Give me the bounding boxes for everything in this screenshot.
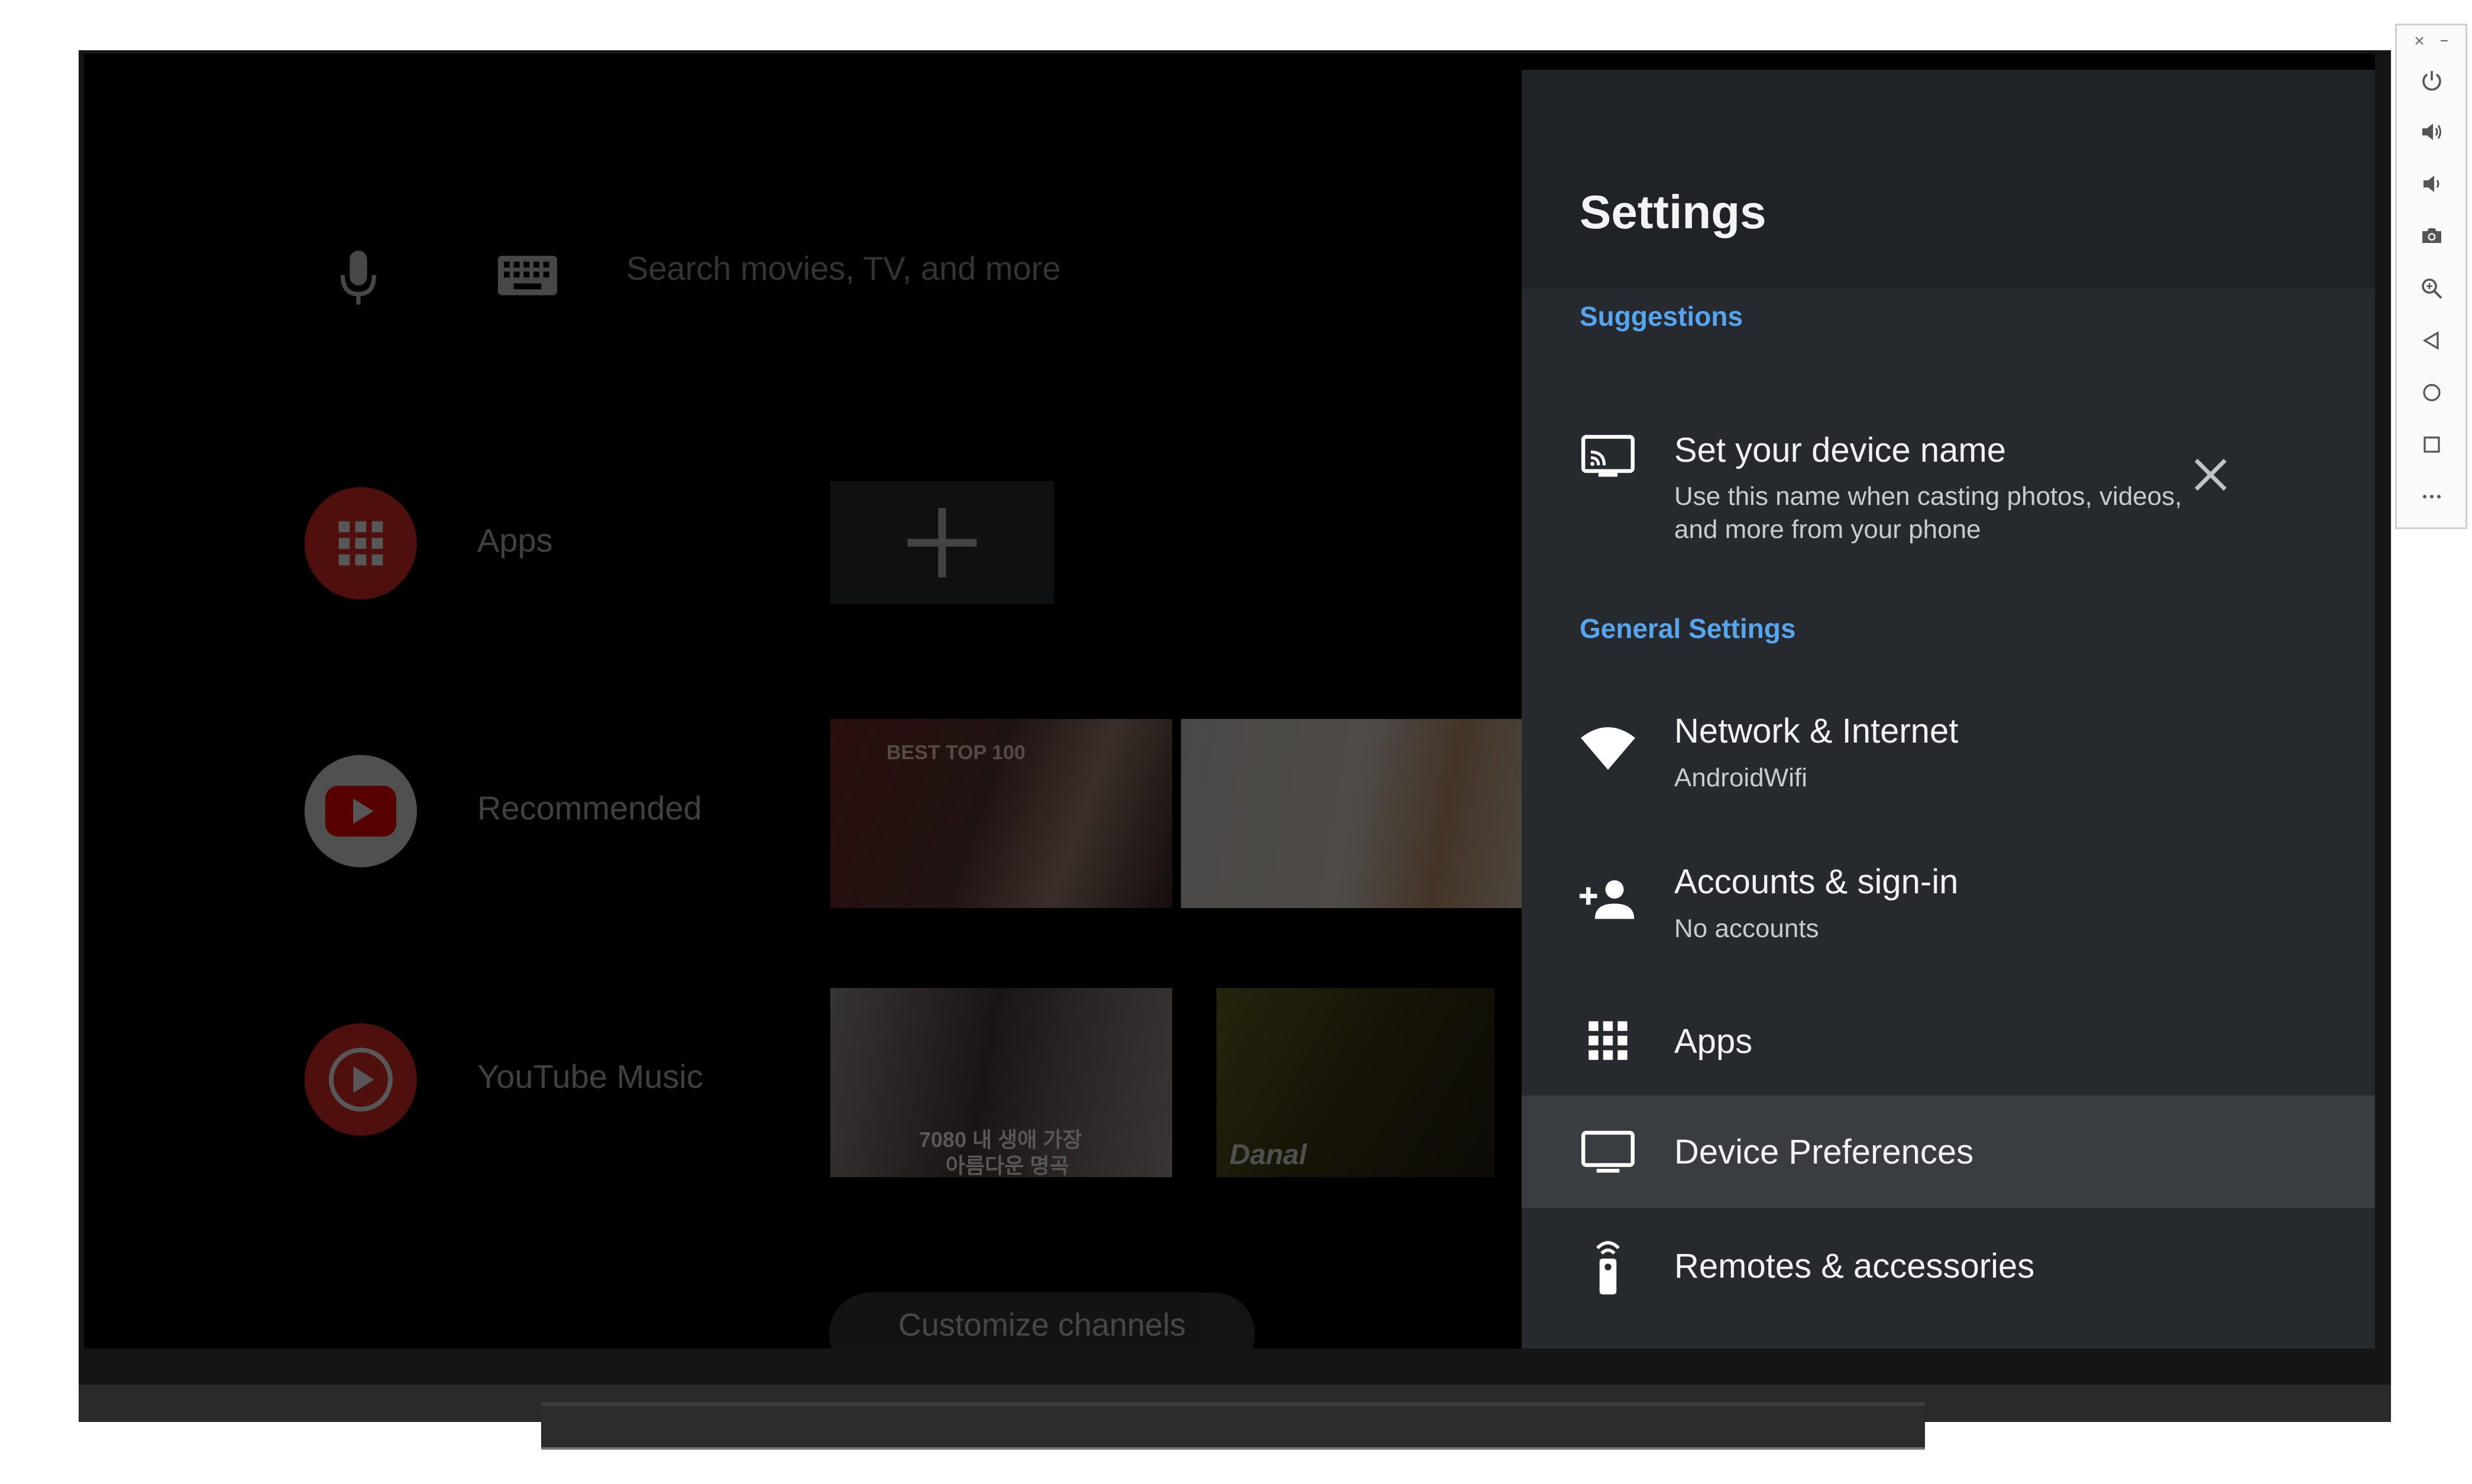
item-title: Network & Internet bbox=[1674, 712, 1959, 750]
item-title: Apps bbox=[1674, 1022, 1753, 1061]
recommended-thumb-1[interactable]: BEST TOP 100 bbox=[830, 719, 1172, 908]
music-thumb-1[interactable]: 7080 내 생애 가장 아름다운 명곡 bbox=[830, 988, 1172, 1177]
remote-icon bbox=[1580, 1239, 1636, 1295]
item-title: Accounts & sign-in bbox=[1674, 863, 1959, 901]
more-button[interactable] bbox=[2417, 482, 2447, 511]
camera-icon bbox=[2422, 228, 2441, 243]
customize-channels-button[interactable]: Customize channels bbox=[829, 1292, 1255, 1349]
item-subtitle-line1: Use this name when casting photos, video… bbox=[1674, 482, 2182, 511]
zoom-button[interactable] bbox=[2417, 274, 2447, 303]
add-app-tile[interactable] bbox=[830, 481, 1054, 604]
volume-down-icon bbox=[2424, 176, 2439, 192]
plus-icon bbox=[907, 508, 977, 578]
recommended-row-icon[interactable] bbox=[305, 755, 417, 867]
cast-icon bbox=[1580, 427, 1636, 484]
emulator-toolbar bbox=[2395, 24, 2467, 529]
volume-down-button[interactable] bbox=[2417, 169, 2447, 199]
item-title: Remotes & accessories bbox=[1674, 1247, 2035, 1285]
toolbar-window-controls bbox=[2397, 25, 2465, 55]
tv-icon bbox=[1580, 1123, 1636, 1180]
settings-item-accounts[interactable]: Accounts & sign-in No accounts bbox=[1522, 838, 2375, 980]
youtube-music-icon bbox=[329, 1048, 393, 1112]
overview-icon bbox=[2424, 436, 2440, 453]
home-screen-dimmed: Search movies, TV, and more Apps Recomme… bbox=[84, 54, 1523, 1349]
search-placeholder[interactable]: Search movies, TV, and more bbox=[626, 249, 1061, 287]
power-button[interactable] bbox=[2417, 66, 2447, 95]
close-icon[interactable] bbox=[2190, 454, 2231, 495]
screenshot-button[interactable] bbox=[2417, 221, 2447, 251]
close-icon[interactable] bbox=[2413, 35, 2425, 47]
person-add-icon bbox=[1580, 871, 1636, 928]
minimize-icon[interactable] bbox=[2438, 35, 2450, 47]
power-icon bbox=[2422, 71, 2441, 91]
thumb-caption: 아름다운 명곡 bbox=[946, 1153, 1069, 1177]
home-button[interactable] bbox=[2417, 378, 2447, 407]
settings-title: Settings bbox=[1580, 186, 1766, 238]
settings-item-device-name[interactable]: Set your device name Use this name when … bbox=[1522, 336, 2375, 584]
microphone-icon[interactable] bbox=[337, 249, 380, 308]
music-thumb-2[interactable]: Danal bbox=[1216, 988, 1494, 1177]
apps-grid-icon bbox=[1580, 1012, 1636, 1069]
item-subtitle: No accounts bbox=[1674, 914, 1819, 943]
keyboard-icon[interactable] bbox=[498, 255, 557, 296]
recommended-thumb-2[interactable] bbox=[1181, 719, 1523, 908]
youtube-music-row-label: YouTube Music bbox=[477, 1058, 703, 1095]
item-title: Set your device name bbox=[1674, 431, 2006, 469]
settings-item-remotes[interactable]: Remotes & accessories bbox=[1522, 1214, 2375, 1323]
apps-row-icon[interactable] bbox=[305, 487, 417, 600]
overview-button[interactable] bbox=[2417, 430, 2447, 459]
volume-up-icon bbox=[2422, 124, 2441, 140]
settings-item-network[interactable]: Network & Internet AndroidWifi bbox=[1522, 685, 2375, 827]
thumb-caption: BEST TOP 100 bbox=[886, 741, 1025, 764]
settings-item-device-preferences[interactable]: Device Preferences bbox=[1522, 1096, 2375, 1208]
settings-header: Settings bbox=[1522, 70, 2375, 289]
zoom-icon bbox=[2422, 278, 2442, 299]
volume-up-button[interactable] bbox=[2417, 117, 2447, 147]
youtube-icon bbox=[325, 786, 396, 837]
item-subtitle: AndroidWifi bbox=[1674, 763, 1807, 792]
settings-panel: Settings Suggestions Set your device nam… bbox=[1522, 70, 2375, 1349]
home-icon bbox=[2423, 384, 2441, 401]
back-button[interactable] bbox=[2417, 326, 2447, 355]
general-settings-header: General Settings bbox=[1580, 613, 1796, 644]
apps-grid-icon bbox=[338, 521, 383, 566]
thumb-caption: Danal bbox=[1229, 1139, 1307, 1171]
recommended-row-label: Recommended bbox=[477, 789, 702, 827]
tv-screen: Search movies, TV, and more Apps Recomme… bbox=[84, 54, 2375, 1349]
youtube-music-row-icon[interactable] bbox=[305, 1023, 417, 1136]
wifi-icon bbox=[1580, 720, 1636, 777]
suggestions-header: Suggestions bbox=[1580, 301, 1743, 332]
settings-item-apps[interactable]: Apps bbox=[1522, 992, 2375, 1090]
apps-row-label: Apps bbox=[477, 521, 553, 559]
tv-stand bbox=[541, 1402, 1925, 1450]
item-subtitle-line2: and more from your phone bbox=[1674, 515, 1981, 544]
item-title: Device Preferences bbox=[1674, 1133, 1974, 1171]
back-icon bbox=[2422, 331, 2439, 350]
more-icon bbox=[2423, 495, 2441, 498]
